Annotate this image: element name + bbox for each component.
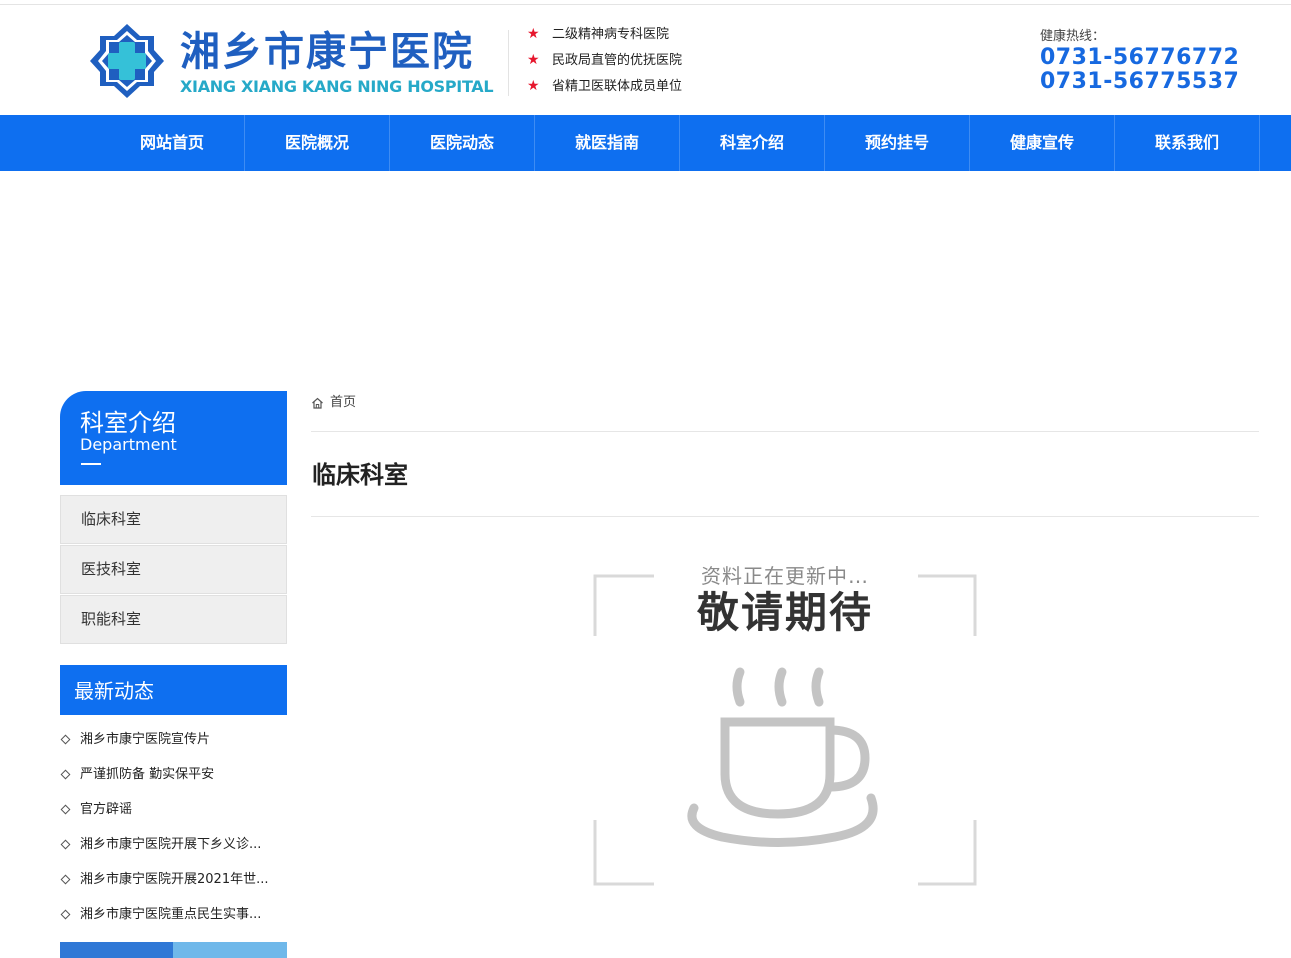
star-icon: ★ — [527, 78, 540, 94]
diamond-bullet-icon — [60, 874, 71, 885]
sidebar-bottom-tab[interactable] — [60, 942, 173, 958]
hotline: 健康热线： 0731-56776772 0731-56775537 — [1040, 28, 1239, 94]
main-nav: 网站首页 医院概况 医院动态 就医指南 科室介绍 预约挂号 健康宣传 联系我们 — [0, 115, 1291, 171]
placeholder-title: 敬请期待 — [696, 588, 873, 637]
hotline-label: 健康热线： — [1040, 29, 1106, 44]
hospital-cross-logo-icon — [90, 24, 164, 98]
sidebar-title-cn: 科室介绍 — [80, 409, 176, 437]
diamond-bullet-icon — [60, 769, 71, 780]
breadcrumb-home-link[interactable]: 首页 — [330, 395, 356, 410]
sidebar-item-functional[interactable]: 职能科室 — [60, 595, 287, 644]
nav-item-contact[interactable]: 联系我们 — [1115, 115, 1260, 171]
hospital-name-cn: 湘乡市康宁医院 — [180, 29, 474, 75]
news-item[interactable]: 湘乡市康宁医院开展下乡义诊... — [60, 835, 287, 855]
nav-item-news[interactable]: 医院动态 — [390, 115, 535, 171]
tag-item: ★ 省精卫医联体成员单位 — [527, 78, 683, 94]
divider — [311, 516, 1259, 517]
sidebar-bottom-tab[interactable] — [173, 942, 287, 958]
top-border — [0, 4, 1291, 5]
diamond-bullet-icon — [60, 804, 71, 815]
sidebar-header: 科室介绍 Department — [60, 391, 287, 485]
tag-item: ★ 二级精神病专科医院 — [527, 26, 670, 42]
home-icon — [312, 397, 323, 409]
star-icon: ★ — [527, 52, 540, 68]
news-item[interactable]: 湘乡市康宁医院宣传片 — [60, 730, 287, 750]
tag-item: ★ 民政局直管的优抚医院 — [527, 52, 683, 68]
news-item[interactable]: 严谨抓防备 勤实保平安 — [60, 765, 287, 785]
nav-item-home[interactable]: 网站首页 — [100, 115, 245, 171]
sidebar-item-clinical[interactable]: 临床科室 — [60, 495, 287, 544]
sidebar-title-dash — [81, 463, 101, 465]
diamond-bullet-icon — [60, 734, 71, 745]
hotline-number: 0731-56775537 — [1040, 69, 1240, 94]
breadcrumb: 首页 — [311, 393, 356, 413]
news-item[interactable]: 官方辟谣 — [60, 800, 287, 820]
hospital-tags: ★ 二级精神病专科医院 ★ 民政局直管的优抚医院 ★ 省精卫医联体成员单位 — [527, 24, 682, 102]
diamond-bullet-icon — [60, 909, 71, 920]
news-item[interactable]: 湘乡市康宁医院重点民生实事... — [60, 905, 287, 925]
nav-item-departments[interactable]: 科室介绍 — [680, 115, 825, 171]
star-icon: ★ — [527, 26, 540, 42]
coffee-cup-icon — [687, 667, 878, 847]
nav-item-health-education[interactable]: 健康宣传 — [970, 115, 1115, 171]
hospital-name-en: XIANG XIANG KANG NING HOSPITAL — [180, 77, 494, 96]
news-item[interactable]: 湘乡市康宁医院开展2021年世... — [60, 870, 287, 890]
page-title: 临床科室 — [312, 461, 408, 489]
nav-item-guide[interactable]: 就医指南 — [535, 115, 680, 171]
sidebar-item-medtech[interactable]: 医技科室 — [60, 545, 287, 594]
diamond-bullet-icon — [60, 839, 71, 850]
nav-item-appointment[interactable]: 预约挂号 — [825, 115, 970, 171]
coming-soon-placeholder: 资料正在更新中… 敬请期待 — [592, 564, 978, 888]
divider — [311, 431, 1259, 432]
nav-item-overview[interactable]: 医院概况 — [245, 115, 390, 171]
header-divider — [508, 30, 509, 96]
hotline-number: 0731-56776772 — [1040, 45, 1240, 70]
hospital-logo[interactable]: 湘乡市康宁医院 XIANG XIANG KANG NING HOSPITAL — [88, 22, 494, 100]
sidebar-title-en: Department — [80, 435, 177, 454]
news-header: 最新动态 — [60, 665, 287, 715]
